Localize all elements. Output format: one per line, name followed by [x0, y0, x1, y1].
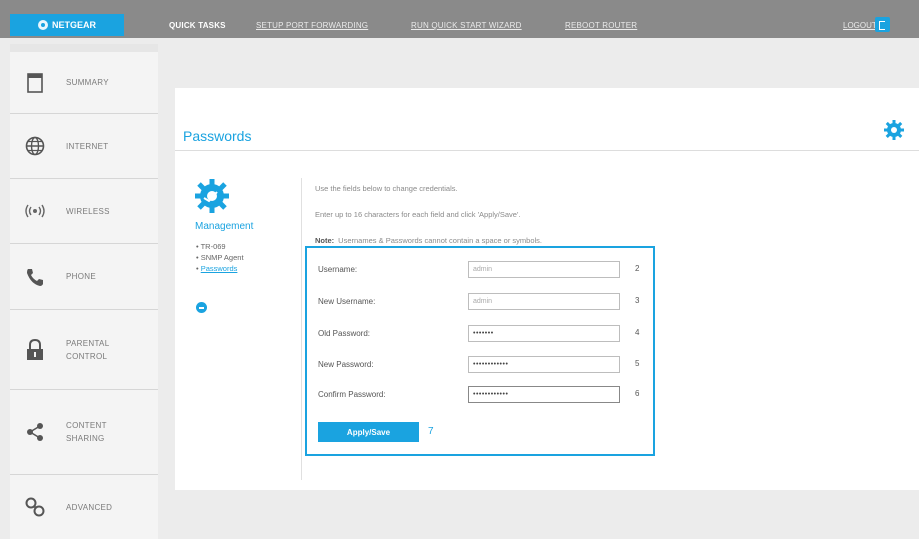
settings-icon: [24, 496, 46, 518]
confirm-password-field[interactable]: ••••••••••••: [468, 386, 620, 403]
page-title: Passwords: [183, 128, 252, 144]
phone-icon: [24, 266, 46, 288]
submenu-item-label: SNMP Agent: [200, 253, 244, 262]
sidebar-item-label: PHONE: [66, 272, 96, 281]
management-gear-icon: [194, 178, 230, 219]
instruction-text: Enter up to 16 characters for each field…: [315, 210, 521, 219]
username-label: Username:: [318, 265, 358, 274]
share-icon: [24, 421, 46, 443]
submenu-item-passwords[interactable]: Passwords: [196, 263, 244, 274]
vertical-divider: [301, 178, 302, 480]
collapse-icon[interactable]: [196, 302, 207, 313]
sidebar-item-content-sharing[interactable]: CONTENT SHARING: [10, 390, 158, 475]
sidebar-item-label: CONTENT SHARING: [66, 421, 107, 443]
globe-icon: [24, 135, 46, 157]
logout-link[interactable]: LOGOUT: [843, 21, 877, 30]
new-username-field[interactable]: admin: [468, 293, 620, 310]
sidebar-item-parental-control[interactable]: PARENTAL CONTROL: [10, 310, 158, 390]
button-number: 7: [428, 426, 434, 437]
note-text: Note: Usernames & Passwords cannot contai…: [315, 236, 542, 245]
field-number: 3: [635, 296, 640, 305]
username-field[interactable]: admin: [468, 261, 620, 278]
sidebar-item-summary[interactable]: SUMMARY: [10, 52, 158, 114]
settings-gear-icon[interactable]: [884, 119, 904, 146]
logout-icon[interactable]: [875, 17, 890, 32]
field-number: 5: [635, 359, 640, 368]
sidebar-item-phone[interactable]: PHONE: [10, 244, 158, 310]
top-bar: [0, 0, 919, 38]
run-quick-start-wizard-link[interactable]: RUN QUICK START WIZARD: [411, 21, 522, 30]
field-number: 4: [635, 328, 640, 337]
lock-icon: [24, 338, 46, 361]
old-password-field[interactable]: •••••••: [468, 325, 620, 342]
apply-save-button[interactable]: Apply/Save: [318, 422, 419, 442]
field-number: 6: [635, 389, 640, 398]
sidebar-item-label: PARENTAL CONTROL: [66, 338, 110, 361]
sidebar-item-advanced[interactable]: ADVANCED: [10, 475, 158, 539]
sidebar: SUMMARY INTERNET WIRELESS PHONE PARENTAL…: [10, 44, 158, 539]
title-divider: [175, 150, 919, 151]
instruction-text: Use the fields below to change credentia…: [315, 184, 458, 193]
submenu-item-tr069[interactable]: TR-069: [196, 241, 244, 252]
quick-tasks-label: QUICK TASKS: [169, 21, 226, 30]
management-submenu: TR-069 SNMP Agent Passwords: [196, 241, 244, 274]
logo-icon: [37, 20, 48, 30]
new-password-label: New Password:: [318, 360, 374, 369]
submenu-item-label: TR-069: [200, 242, 226, 251]
field-number: 2: [635, 264, 640, 273]
note-body: Usernames & Passwords cannot contain a s…: [338, 236, 543, 245]
reboot-router-link[interactable]: REBOOT ROUTER: [565, 21, 637, 30]
wireless-icon: [24, 200, 46, 222]
submenu-item-label: Passwords: [200, 264, 238, 273]
old-password-label: Old Password:: [318, 329, 371, 338]
sidebar-item-label: WIRELESS: [66, 206, 110, 216]
management-label: Management: [195, 221, 254, 232]
sidebar-item-label: ADVANCED: [66, 502, 113, 512]
confirm-password-label: Confirm Password:: [318, 390, 386, 399]
setup-port-forwarding-link[interactable]: SETUP PORT FORWARDING: [256, 21, 368, 30]
new-username-label: New Username:: [318, 297, 376, 306]
sidebar-item-wireless[interactable]: WIRELESS: [10, 179, 158, 244]
sidebar-item-label: SUMMARY: [66, 78, 109, 87]
logo-text: NETGEAR: [51, 20, 96, 30]
document-icon: [24, 72, 46, 94]
note-label: Note:: [315, 236, 335, 245]
new-password-field[interactable]: ••••••••••••: [468, 356, 620, 373]
netgear-logo[interactable]: NETGEAR: [10, 14, 124, 36]
sidebar-item-label: INTERNET: [66, 141, 109, 151]
sidebar-item-internet[interactable]: INTERNET: [10, 114, 158, 179]
submenu-item-snmp-agent[interactable]: SNMP Agent: [196, 252, 244, 263]
